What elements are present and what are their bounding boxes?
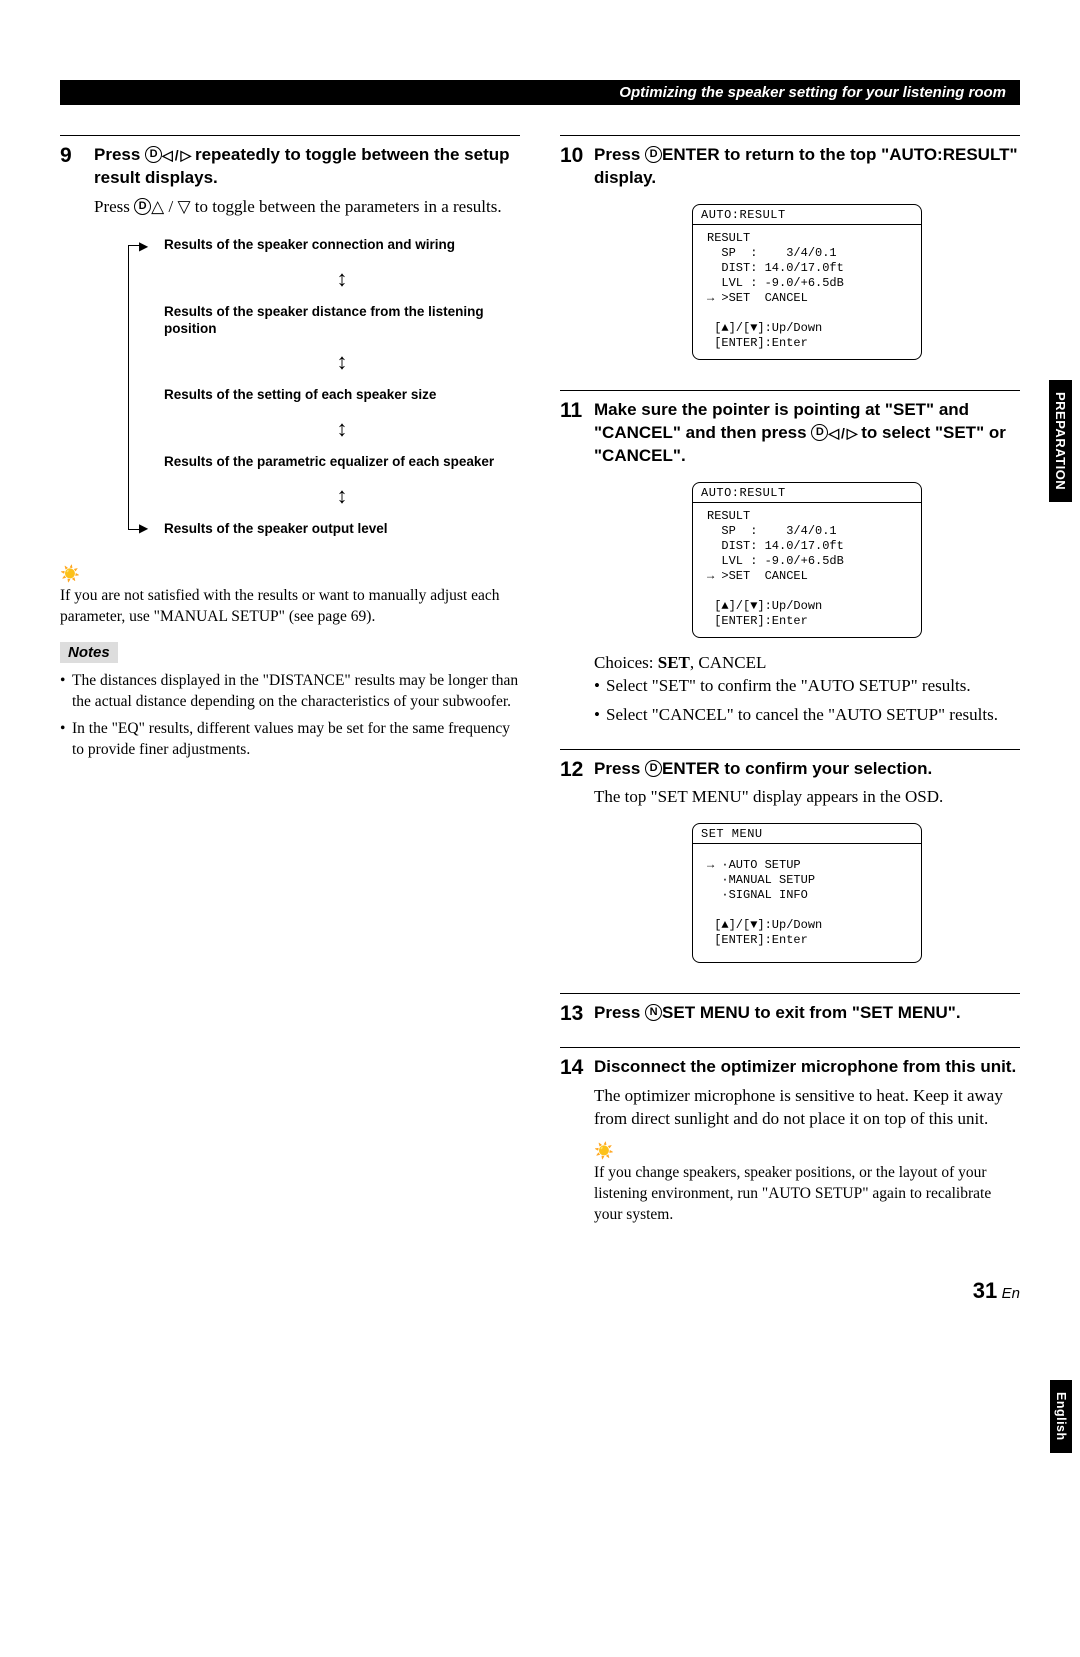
button-n-icon: N	[645, 1004, 662, 1021]
t: Press	[594, 145, 645, 164]
diagram-label: Results of the speaker connection and wi…	[164, 237, 520, 254]
choice-item: Select "SET" to confirm the "AUTO SETUP"…	[594, 675, 1020, 698]
step-title: Press DENTER to confirm your selection.	[594, 758, 1020, 781]
t: SET	[658, 653, 690, 672]
note-item: The distances displayed in the "DISTANCE…	[60, 671, 520, 713]
tip-icon: ☀️	[60, 564, 520, 584]
diagram-label: Results of the speaker distance from the…	[164, 304, 520, 338]
step-10: 10 Press DENTER to return to the top "AU…	[560, 144, 1020, 374]
osd-auto-result: AUTO:RESULT RESULT SP : 3/4/0.1 DIST: 14…	[692, 204, 922, 360]
step-number: 9	[60, 144, 94, 548]
osd-title: AUTO:RESULT	[693, 205, 921, 225]
right-column: 10 Press DENTER to return to the top "AU…	[560, 135, 1020, 1242]
page-number-value: 31	[973, 1278, 997, 1303]
content-columns: 9 Press D◁ / ▷ repeatedly to toggle betw…	[60, 135, 1020, 1242]
notes-label: Notes	[60, 642, 118, 663]
step-title: Press D◁ / ▷ repeatedly to toggle betwee…	[94, 144, 520, 190]
step-title: Make sure the pointer is pointing at "SE…	[594, 399, 1020, 468]
diagram-label: Results of the parametric equalizer of e…	[164, 454, 520, 471]
enter-label: ENTER	[662, 145, 720, 164]
diagram-connector: ▶ ▶	[128, 245, 129, 530]
step-number: 13	[560, 1002, 594, 1031]
side-tab-preparation: PREPARATION	[1049, 380, 1072, 502]
t: to confirm your selection.	[720, 759, 933, 778]
step-9: 9 Press D◁ / ▷ repeatedly to toggle betw…	[60, 144, 520, 548]
choices-list: Select "SET" to confirm the "AUTO SETUP"…	[594, 675, 1020, 727]
button-d-icon: D	[645, 760, 662, 777]
page-lang: En	[1002, 1285, 1020, 1302]
page-header: Optimizing the speaker setting for your …	[60, 80, 1020, 105]
t: Press	[594, 759, 645, 778]
tip-text: If you change speakers, speaker position…	[594, 1163, 1020, 1226]
updown-arrow-icon: ↕	[164, 418, 520, 440]
t: Press	[594, 1003, 645, 1022]
step-11: 11 Make sure the pointer is pointing at …	[560, 399, 1020, 733]
step-number: 10	[560, 144, 594, 374]
choice-item: Select "CANCEL" to cancel the "AUTO SETU…	[594, 704, 1020, 727]
notes-list: The distances displayed in the "DISTANCE…	[60, 671, 520, 761]
tip-icon: ☀️	[594, 1141, 1020, 1161]
diagram-label: Results of the setting of each speaker s…	[164, 387, 520, 404]
osd-body: RESULT SP : 3/4/0.1 DIST: 14.0/17.0ft LV…	[693, 503, 921, 631]
osd-title: AUTO:RESULT	[693, 483, 921, 503]
step-13: 13 Press NSET MENU to exit from "SET MEN…	[560, 1002, 1020, 1031]
step-14: 14 Disconnect the optimizer microphone f…	[560, 1056, 1020, 1226]
osd-set-menu: SET MENU → ·AUTO SETUP ·MANUAL SETUP ·SI…	[692, 823, 922, 963]
updown-arrow-icon: ↕	[164, 268, 520, 290]
step-title: Press NSET MENU to exit from "SET MENU".	[594, 1002, 1020, 1025]
updown-arrow-icon: ↕	[164, 485, 520, 507]
button-d-icon: D	[134, 198, 151, 215]
step-body-text: The top "SET MENU" display appears in th…	[594, 786, 1020, 809]
arrowhead-down-icon: ▶	[139, 521, 148, 536]
button-d-icon: D	[645, 146, 662, 163]
step-number: 11	[560, 399, 594, 733]
updown-arrow-icon: ↕	[164, 351, 520, 373]
t: Press	[94, 145, 145, 164]
osd-title: SET MENU	[693, 824, 921, 844]
step-number: 12	[560, 758, 594, 978]
step-body-text: The optimizer microphone is sensitive to…	[594, 1085, 1020, 1131]
step-body-text: Press D△ / ▽ to toggle between the param…	[94, 196, 520, 219]
t: Press	[94, 197, 134, 216]
osd-body: → ·AUTO SETUP ·MANUAL SETUP ·SIGNAL INFO…	[693, 844, 921, 956]
up-down-icon: △ / ▽	[151, 197, 190, 216]
tip-text: If you are not satisfied with the result…	[60, 586, 520, 628]
t: , CANCEL	[690, 653, 767, 672]
t: to exit from "SET MENU".	[750, 1003, 961, 1022]
side-tab-english: English	[1050, 1380, 1072, 1453]
diagram-label: Results of the speaker output level	[164, 521, 520, 538]
enter-label: ENTER	[662, 759, 720, 778]
results-diagram: ▶ ▶ Results of the speaker connection an…	[128, 237, 520, 538]
left-right-icon: ◁ / ▷	[162, 147, 190, 163]
choices-line: Choices: SET, CANCEL	[594, 652, 1020, 675]
page-number: 31 En	[60, 1278, 1020, 1304]
step-number: 14	[560, 1056, 594, 1226]
osd-body: RESULT SP : 3/4/0.1 DIST: 14.0/17.0ft LV…	[693, 225, 921, 353]
step-title: Press DENTER to return to the top "AUTO:…	[594, 144, 1020, 190]
t: Choices:	[594, 653, 658, 672]
t: to toggle between the parameters in a re…	[191, 197, 502, 216]
step-title: Disconnect the optimizer microphone from…	[594, 1056, 1020, 1079]
left-column: 9 Press D◁ / ▷ repeatedly to toggle betw…	[60, 135, 520, 1242]
set-menu-label: SET MENU	[662, 1003, 750, 1022]
tip-block: ☀️ If you are not satisfied with the res…	[60, 564, 520, 628]
button-d-icon: D	[145, 146, 162, 163]
arrowhead-up-icon: ▶	[139, 239, 148, 254]
step-12: 12 Press DENTER to confirm your selectio…	[560, 758, 1020, 978]
note-item: In the "EQ" results, different values ma…	[60, 719, 520, 761]
osd-auto-result: AUTO:RESULT RESULT SP : 3/4/0.1 DIST: 14…	[692, 482, 922, 638]
left-right-icon: ◁ / ▷	[828, 425, 856, 441]
manual-page: PREPARATION English Optimizing the speak…	[0, 0, 1080, 1344]
button-d-icon: D	[811, 424, 828, 441]
